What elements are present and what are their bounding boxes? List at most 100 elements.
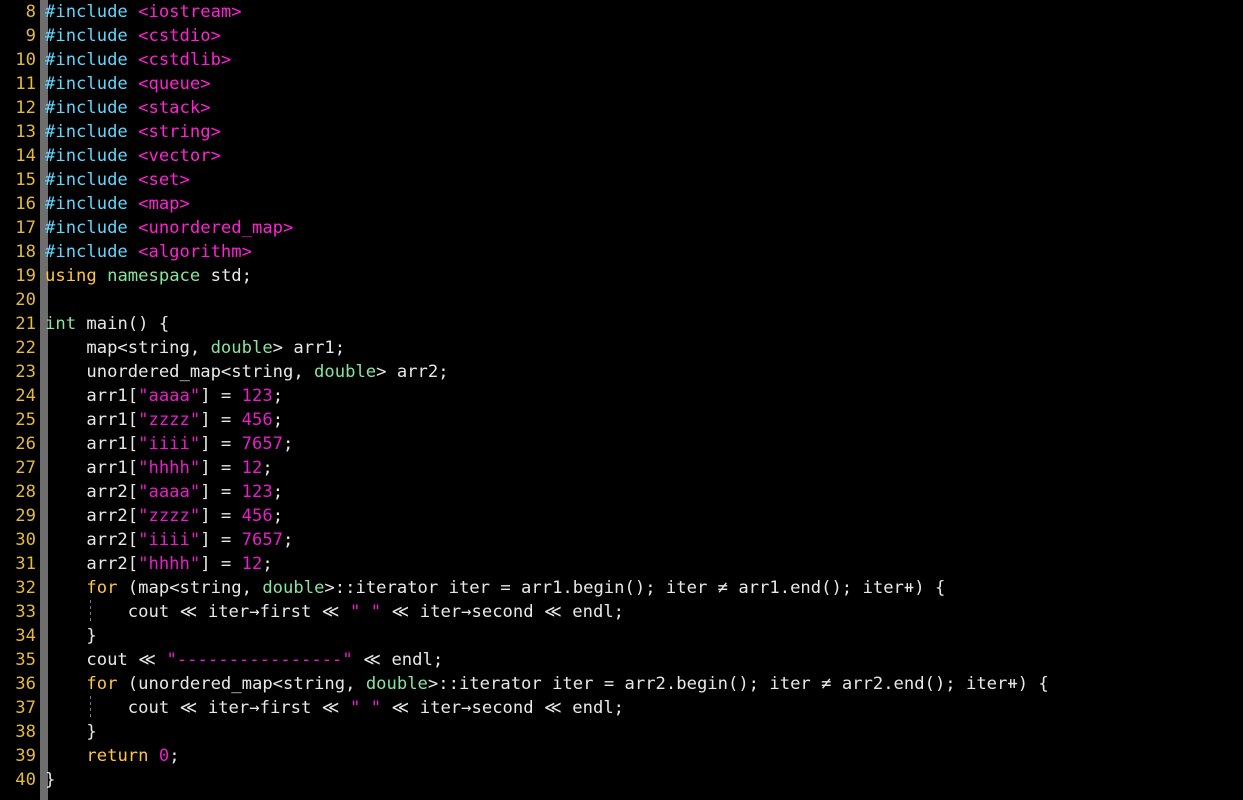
code-line-text[interactable]: #include <string>: [45, 120, 221, 144]
code-line[interactable]: 14 #include <vector>: [0, 144, 1243, 168]
code-line-text[interactable]: #include <map>: [45, 192, 190, 216]
code-line-text[interactable]: #include <set>: [45, 168, 190, 192]
code-line[interactable]: 21 int main() {: [0, 312, 1243, 336]
code-line-text[interactable]: return 0;: [45, 744, 179, 768]
code-line-text[interactable]: #include <algorithm>: [45, 240, 252, 264]
token-plain: arr2[: [45, 554, 139, 574]
code-line-text[interactable]: cout ≪ iter→first ≪ " " ≪ iter→second ≪ …: [45, 600, 624, 624]
code-line-text[interactable]: #include <unordered_map>: [45, 216, 293, 240]
code-line[interactable]: 26 arr1["iiii"] = 7657;: [0, 432, 1243, 456]
code-line[interactable]: 13 #include <string>: [0, 120, 1243, 144]
code-line-text[interactable]: arr1["zzzz"] = 456;: [45, 408, 283, 432]
code-line-text[interactable]: }: [45, 720, 96, 744]
code-line-text[interactable]: #include <cstdlib>: [45, 48, 231, 72]
code-line[interactable]: 20: [0, 288, 1243, 312]
code-line-list[interactable]: 8 #include <iostream> 9 #include <cstdio> 10…: [0, 0, 1243, 792]
code-line-text[interactable]: }: [45, 768, 55, 792]
code-line[interactable]: 31 arr2["hhhh"] = 12;: [0, 552, 1243, 576]
token-hdr: <stack>: [138, 98, 211, 118]
code-editor[interactable]: 8 #include <iostream> 9 #include <cstdio> 10…: [0, 0, 1243, 800]
code-line[interactable]: 39 return 0;: [0, 744, 1243, 768]
code-line-text[interactable]: cout ≪ "----------------" ≪ endl;: [45, 648, 443, 672]
token-num: 12: [241, 458, 263, 478]
code-line[interactable]: 36 for (unordered_map<string, double>::i…: [0, 672, 1243, 696]
code-line-text[interactable]: #include <stack>: [45, 96, 211, 120]
token-plain: ] =: [200, 434, 242, 454]
code-line-text[interactable]: #include <cstdio>: [45, 24, 221, 48]
token-plain: ≪ iter→second ≪ endl;: [381, 698, 625, 718]
token-plain: (unordered_map<string,: [117, 674, 366, 694]
code-line-text[interactable]: #include <iostream>: [45, 0, 242, 24]
code-line[interactable]: 12 #include <stack>: [0, 96, 1243, 120]
line-number: 40: [15, 770, 36, 790]
code-line[interactable]: 25 arr1["zzzz"] = 456;: [0, 408, 1243, 432]
code-line-text[interactable]: arr1["aaaa"] = 123;: [45, 384, 283, 408]
code-line[interactable]: 11 #include <queue>: [0, 72, 1243, 96]
code-line[interactable]: 37 cout ≪ iter→first ≪ " " ≪ iter→second…: [0, 696, 1243, 720]
token-plain: ≪ endl;: [352, 650, 444, 670]
code-line-text[interactable]: using namespace std;: [45, 264, 252, 288]
code-line-text[interactable]: }: [45, 624, 96, 648]
code-line[interactable]: 15 #include <set>: [0, 168, 1243, 192]
token-plain: cout ≪: [45, 650, 167, 670]
line-number: 9: [25, 26, 36, 46]
code-line-text[interactable]: #include <vector>: [45, 144, 221, 168]
code-line[interactable]: 40}: [0, 768, 1243, 792]
code-line[interactable]: 38 }: [0, 720, 1243, 744]
code-line[interactable]: 22 map<string, double> arr1;: [0, 336, 1243, 360]
code-line[interactable]: 24 arr1["aaaa"] = 123;: [0, 384, 1243, 408]
code-line[interactable]: 34 }: [0, 624, 1243, 648]
token-type: double: [262, 578, 325, 598]
code-line-text[interactable]: int main() {: [45, 312, 169, 336]
token-kw: for: [86, 578, 118, 598]
token-pre: #include: [45, 194, 139, 214]
token-plain: > arr1;: [272, 338, 346, 358]
code-line-text[interactable]: arr1["hhhh"] = 12;: [45, 456, 272, 480]
code-line-text[interactable]: for (map<string, double>::iterator iter …: [45, 576, 945, 600]
line-number: 13: [15, 122, 36, 142]
code-line-text[interactable]: arr2["aaaa"] = 123;: [45, 480, 283, 504]
code-line[interactable]: 8 #include <iostream>: [0, 0, 1243, 24]
code-line[interactable]: 28 arr2["aaaa"] = 123;: [0, 480, 1243, 504]
code-line[interactable]: 16 #include <map>: [0, 192, 1243, 216]
code-line-text[interactable]: arr2["zzzz"] = 456;: [45, 504, 283, 528]
token-hdr: <map>: [138, 194, 190, 214]
code-line-text[interactable]: for (unordered_map<string, double>::iter…: [45, 672, 1048, 696]
code-line-text[interactable]: cout ≪ iter→first ≪ " " ≪ iter→second ≪ …: [45, 696, 624, 720]
token-num: 123: [241, 482, 273, 502]
token-hdr: <algorithm>: [138, 242, 252, 262]
code-line[interactable]: 19 using namespace std;: [0, 264, 1243, 288]
code-line[interactable]: 32 for (map<string, double>::iterator it…: [0, 576, 1243, 600]
line-number: 14: [15, 146, 36, 166]
code-line-text[interactable]: arr2["iiii"] = 7657;: [45, 528, 293, 552]
token-plain: ;: [283, 434, 294, 454]
code-line[interactable]: 23 unordered_map<string, double> arr2;: [0, 360, 1243, 384]
code-line-text[interactable]: #include <queue>: [45, 72, 211, 96]
token-hdr: <iostream>: [138, 2, 242, 22]
code-line[interactable]: 18 #include <algorithm>: [0, 240, 1243, 264]
code-line[interactable]: 17 #include <unordered_map>: [0, 216, 1243, 240]
code-line[interactable]: 27 arr1["hhhh"] = 12;: [0, 456, 1243, 480]
token-plain: arr1[: [45, 434, 139, 454]
code-line-text[interactable]: arr1["iiii"] = 7657;: [45, 432, 293, 456]
code-line-text[interactable]: map<string, double> arr1;: [45, 336, 345, 360]
token-str: "iiii": [138, 530, 201, 550]
code-line-text[interactable]: arr2["hhhh"] = 12;: [45, 552, 272, 576]
code-line[interactable]: 33 cout ≪ iter→first ≪ " " ≪ iter→second…: [0, 600, 1243, 624]
code-line[interactable]: 10 #include <cstdlib>: [0, 48, 1243, 72]
code-line[interactable]: 30 arr2["iiii"] = 7657;: [0, 528, 1243, 552]
code-line[interactable]: 35 cout ≪ "----------------" ≪ endl;: [0, 648, 1243, 672]
code-line-text[interactable]: unordered_map<string, double> arr2;: [45, 360, 448, 384]
line-number: 26: [15, 434, 36, 454]
token-plain: map<string,: [45, 338, 211, 358]
code-line[interactable]: 9 #include <cstdio>: [0, 24, 1243, 48]
token-plain: >::iterator iter = arr1.begin(); iter ≠ …: [324, 578, 946, 598]
token-plain: arr2[: [45, 482, 139, 502]
line-number: 20: [15, 290, 36, 310]
token-kw: return: [86, 746, 149, 766]
code-line[interactable]: 29 arr2["zzzz"] = 456;: [0, 504, 1243, 528]
token-plain: unordered_map<string,: [45, 362, 315, 382]
token-str: "hhhh": [138, 554, 201, 574]
